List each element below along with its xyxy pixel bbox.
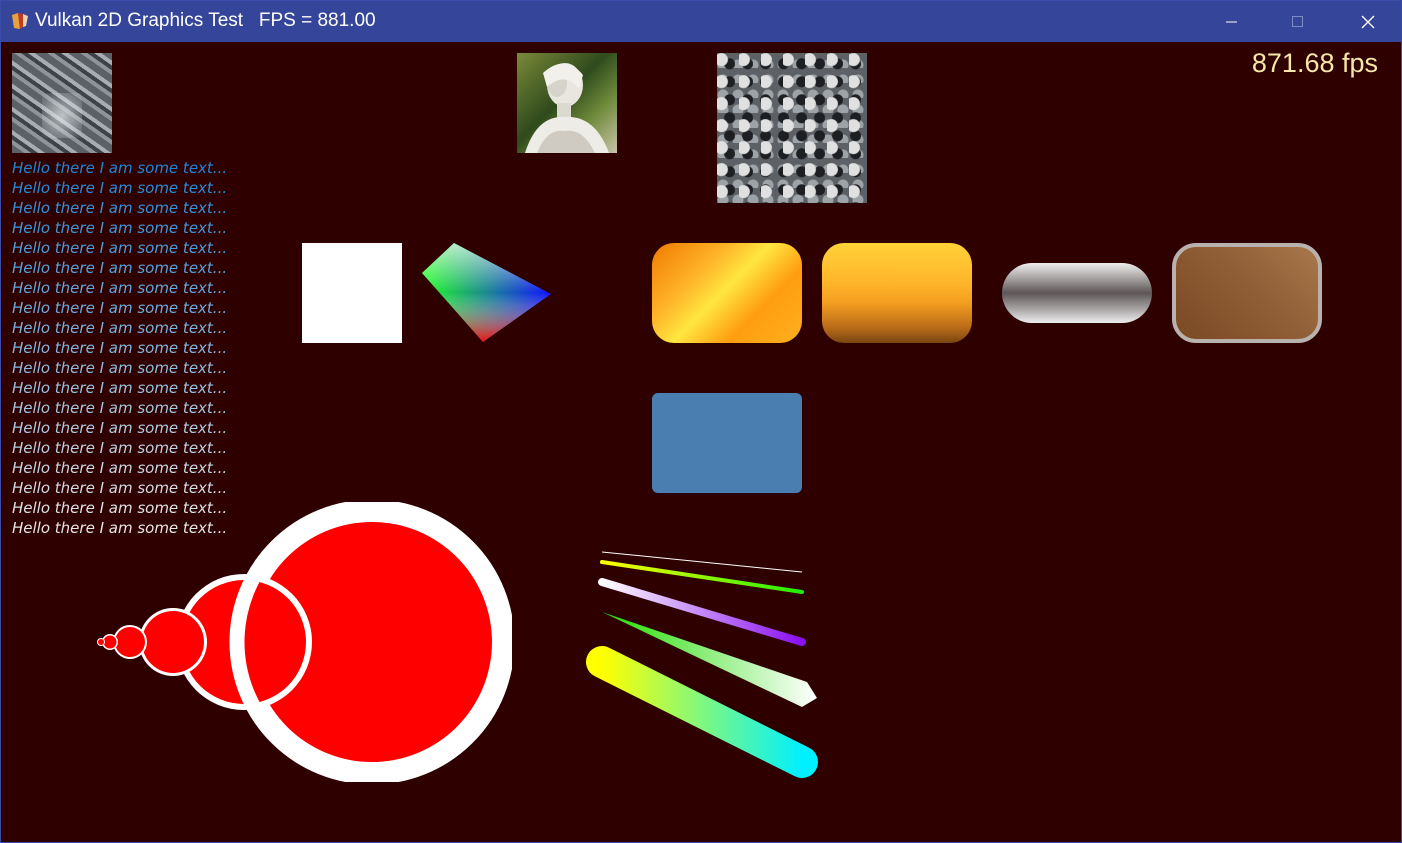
orange-diagonal-gradient-rounded-rect (652, 243, 802, 343)
tiny-circle (115, 627, 145, 657)
nano-circle (98, 639, 104, 645)
thin-white-line (601, 551, 803, 573)
text-line: Hello there I am some text... (12, 199, 228, 217)
maximize-icon (1292, 15, 1303, 27)
small-circle (142, 611, 204, 673)
micro-circle (103, 635, 117, 649)
steel-blue-rounded-rect (652, 393, 802, 493)
app-icon (10, 11, 30, 31)
close-button[interactable] (1335, 1, 1401, 42)
text-line: Hello there I am some text... (12, 299, 228, 317)
text-line: Hello there I am some text... (12, 319, 228, 337)
minimize-button[interactable] (1199, 1, 1265, 42)
text-line: Hello there I am some text... (12, 159, 228, 177)
text-line: Hello there I am some text... (12, 179, 228, 197)
text-line: Hello there I am some text... (12, 339, 228, 357)
gradient-lines (586, 551, 818, 778)
maximize-button[interactable] (1265, 1, 1331, 42)
text-line: Hello there I am some text... (12, 379, 228, 397)
circles-group (97, 502, 512, 782)
title-bar[interactable]: Vulkan 2D Graphics Test FPS = 881.00 (1, 1, 1401, 42)
text-lines: Hello there I am some text... Hello there… (12, 158, 272, 538)
text-line: Hello there I am some text... (12, 459, 228, 477)
rgb-gradient-quad (422, 243, 551, 342)
text-line: Hello there I am some text... (12, 439, 228, 457)
brown-bordered-rounded-rect (1172, 243, 1322, 343)
orange-vertical-gradient-rounded-rect (822, 243, 972, 343)
text-line: Hello there I am some text... (12, 479, 228, 497)
fps-counter: 871.68 fps (1251, 48, 1378, 78)
close-icon (1361, 15, 1375, 28)
minimize-icon (1226, 21, 1237, 22)
window-title: Vulkan 2D Graphics Test FPS = 881.00 (35, 10, 376, 31)
app-window: Vulkan 2D Graphics Test FPS = 881.00 871… (0, 0, 1402, 843)
text-line: Hello there I am some text... (12, 259, 228, 277)
statue-photo (517, 53, 617, 153)
text-line: Hello there I am some text... (12, 399, 228, 417)
white-square (302, 243, 402, 343)
gravel-texture (717, 53, 867, 203)
grey-metallic-pill (1002, 263, 1152, 323)
text-line: Hello there I am some text... (12, 419, 228, 437)
text-line: Hello there I am some text... (12, 239, 228, 257)
rock-texture (12, 53, 112, 153)
white-purple-line (598, 578, 806, 646)
text-line: Hello there I am some text... (12, 219, 228, 237)
text-line: Hello there I am some text... (12, 359, 228, 377)
render-canvas: 871.68 fps Hello there I am some text...… (2, 42, 1402, 843)
text-line: Hello there I am some text... (12, 279, 228, 297)
